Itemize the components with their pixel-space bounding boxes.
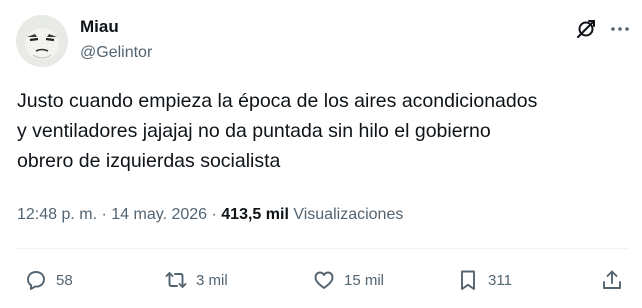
tweet-text: Justo cuando empieza la época de los air… <box>17 90 538 172</box>
meta-separator: · <box>211 206 217 223</box>
bookmark-count: 311 <box>488 271 512 289</box>
heart-icon <box>312 268 336 292</box>
tweet-meta: 12:48 p. m. · 14 may. 2026 · 413,5 mil V… <box>17 204 403 226</box>
tweet-date[interactable]: 14 may. 2026 <box>111 206 207 223</box>
like-count: 15 mil <box>344 271 385 289</box>
avatar[interactable] <box>16 15 68 67</box>
tweet: Miau @Gelintor Justo cuando empieza la é… <box>0 0 642 308</box>
reply-count: 58 <box>56 271 73 289</box>
reply-icon <box>24 268 48 292</box>
share-button[interactable] <box>600 268 624 292</box>
divider <box>16 248 628 249</box>
handle[interactable]: @Gelintor <box>80 42 152 64</box>
tweet-time[interactable]: 12:48 p. m. <box>17 206 97 223</box>
views-count[interactable]: 413,5 mil <box>221 206 289 223</box>
views-label[interactable]: Visualizaciones <box>293 206 403 223</box>
like-button[interactable]: 15 mil <box>312 268 384 292</box>
action-bar: 58 3 mil 15 mil 311 <box>0 262 642 298</box>
more-icon[interactable] <box>608 17 632 41</box>
retweet-button[interactable]: 3 mil <box>164 268 228 292</box>
bookmark-button[interactable]: 311 <box>456 268 512 292</box>
display-name[interactable]: Miau <box>80 16 119 38</box>
bookmark-icon <box>456 268 480 292</box>
retweet-count: 3 mil <box>196 271 228 289</box>
retweet-icon <box>164 268 188 292</box>
share-icon <box>600 268 624 292</box>
reply-button[interactable]: 58 <box>24 268 73 292</box>
meta-separator: · <box>101 206 107 223</box>
grok-icon[interactable] <box>574 17 598 41</box>
